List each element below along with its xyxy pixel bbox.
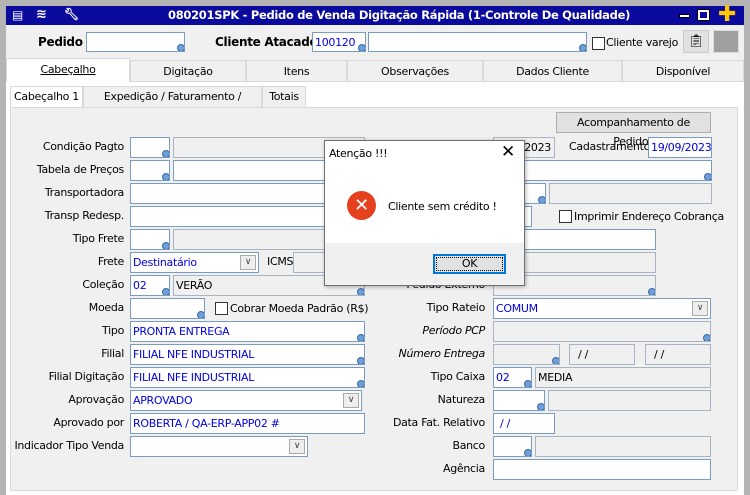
numero-entrega-input — [493, 344, 560, 365]
icms-label: ICMS — [267, 255, 294, 268]
subtab-totais[interactable]: Totais — [262, 86, 306, 108]
colecao-label: Coleção — [82, 278, 124, 291]
tab-label: Cabeçalho — [40, 63, 96, 76]
aprovado-por-input[interactable]: ROBERTA / QA-ERP-APP02 # — [130, 413, 365, 434]
tipo-frete-code[interactable] — [130, 229, 170, 250]
numero-entrega-label: Número Entrega — [398, 347, 486, 360]
minimize-button[interactable] — [679, 14, 690, 18]
tipo-frete-label: Tipo Frete — [72, 232, 125, 245]
imprimir-endereco-checkbox[interactable] — [559, 210, 572, 223]
moeda-input[interactable] — [130, 298, 205, 319]
tab-cabecalho[interactable]: Cabeçalho — [6, 58, 130, 83]
cliente-atacado-label: Cliente Atacado — [215, 35, 318, 49]
natureza-desc — [548, 390, 711, 411]
tipo-input[interactable]: PRONTA ENTREGA — [130, 321, 365, 342]
transportadora-label: Transportadora — [44, 186, 124, 199]
filial-label: Filial — [101, 347, 124, 360]
filial-digitacao-input[interactable]: FILIAL NFE INDUSTRIAL — [130, 367, 365, 388]
periodo-pcp-input — [493, 321, 711, 342]
frete-label: Frete — [97, 255, 124, 268]
filial-digitacao-label: Filial Digitação — [48, 370, 125, 383]
aprovacao-label: Aprovação — [68, 393, 124, 406]
cliente-code-input[interactable]: 100120 — [312, 32, 366, 52]
acompanhamento-button[interactable]: Acompanhamento de Pedidos — [556, 112, 711, 148]
agencia-input[interactable] — [493, 459, 711, 480]
indicador-tipo-venda-label: Indicador Tipo Venda — [14, 439, 124, 452]
agencia-label: Agência — [443, 462, 485, 475]
imprimir-endereco-label: Imprimir Endereço Cobrança — [574, 210, 724, 223]
aprovacao-select[interactable]: APROVADO ∨ — [130, 390, 362, 411]
traffic-light-icon[interactable]: ≋ — [36, 7, 47, 22]
subtab-expedicao[interactable]: Expedição / Faturamento / Vendas — [83, 86, 262, 123]
tipo-caixa-name: MEDIA — [535, 367, 711, 388]
tipo-caixa-code[interactable]: 02 — [493, 367, 532, 388]
title-bar: ▤ ≋ 🔧︎ 080201SPK - Pedido de Venda Digit… — [6, 2, 744, 27]
window-title: 080201SPK - Pedido de Venda Digitação Rá… — [168, 8, 631, 22]
tab-disponivel[interactable]: Disponível — [622, 60, 744, 82]
tipo-label: Tipo — [102, 324, 124, 337]
cliente-name-input[interactable] — [368, 32, 587, 52]
chevron-down-icon[interactable]: ∨ — [343, 393, 359, 408]
cadastramento-label: Cadastramento — [569, 140, 651, 153]
dialog-title: Atenção !!! — [329, 147, 388, 160]
chevron-down-icon[interactable]: ∨ — [240, 255, 256, 270]
subtab-cabecalho-1[interactable]: Cabeçalho 1 — [10, 86, 83, 108]
tabela-precos-label: Tabela de Preços — [36, 163, 124, 176]
pedido-input[interactable] — [86, 32, 185, 52]
chevron-down-icon[interactable]: ∨ — [692, 301, 708, 316]
tab-digitacao[interactable]: Digitação — [130, 60, 246, 82]
tab-itens[interactable]: Itens — [246, 60, 347, 82]
pedido-label: Pedido — [38, 35, 83, 49]
alert-dialog: Atenção !!! ✕ ✕ Cliente sem crédito ! OK — [324, 140, 525, 286]
entrega-date-1: / / — [569, 344, 635, 365]
frete-value: Destinatário — [133, 256, 197, 269]
close-icon[interactable]: ✕ — [501, 142, 515, 162]
maximize-button[interactable] — [697, 9, 710, 21]
aprovacao-value: APROVADO — [133, 394, 193, 407]
tab-dados-cliente[interactable]: Dados Cliente — [483, 60, 622, 82]
condicao-pagto-code[interactable] — [130, 137, 170, 158]
cliente-varejo-checkbox[interactable] — [592, 37, 605, 50]
natureza-code[interactable] — [493, 390, 545, 411]
menu-icon[interactable]: ▤ — [12, 8, 23, 22]
colecao-code[interactable]: 02 — [130, 275, 170, 296]
tipo-rateio-label: Tipo Rateio — [426, 301, 486, 314]
dialog-message: Cliente sem crédito ! — [388, 200, 497, 213]
banco-desc — [535, 436, 711, 457]
entrega-date-2: / / — [645, 344, 711, 365]
cadastramento-input[interactable]: 19/09/2023 — [648, 137, 712, 158]
cobrar-moeda-checkbox[interactable] — [215, 302, 228, 315]
aprovado-por-label: Aprovado por — [53, 416, 124, 429]
cliente-varejo-label: Cliente varejo — [606, 36, 678, 49]
chevron-down-icon[interactable]: ∨ — [289, 439, 305, 454]
ok-button[interactable]: OK — [433, 254, 506, 274]
banco-label: Banco — [452, 439, 485, 452]
error-icon: ✕ — [347, 191, 376, 220]
tipo-rateio-value: COMUM — [496, 302, 538, 315]
transportadora-desc — [549, 183, 712, 204]
natureza-label: Natureza — [437, 393, 486, 406]
color-indicator — [713, 30, 739, 53]
filial-input[interactable]: FILIAL NFE INDUSTRIAL — [130, 344, 365, 365]
cobrar-moeda-label: Cobrar Moeda Padrão (R$) — [230, 302, 369, 315]
data-fat-relativo-label: Data Fat. Relativo — [392, 416, 485, 429]
frete-select[interactable]: Destinatário ∨ — [130, 252, 259, 273]
banco-code[interactable] — [493, 436, 532, 457]
close-plus-button[interactable]: ✚ — [718, 2, 736, 27]
data-fat-relativo-input[interactable]: / / — [493, 413, 555, 434]
tipo-rateio-select[interactable]: COMUM ∨ — [493, 298, 711, 319]
moeda-label: Moeda — [88, 301, 125, 314]
condicao-pagto-label: Condição Pagto — [42, 140, 124, 153]
transp-redesp-label: Transp Redesp. — [44, 209, 125, 222]
indicador-tipo-venda-select[interactable]: ∨ — [130, 436, 308, 457]
periodo-pcp-label: Período PCP — [422, 324, 485, 337]
tab-observacoes[interactable]: Observações — [347, 60, 483, 82]
wrench-icon[interactable]: 🔧︎ — [64, 7, 79, 21]
clipboard-button[interactable]: 📋︎ — [683, 30, 709, 53]
clipboard-icon: 📋︎ — [687, 34, 705, 49]
tabela-precos-code[interactable] — [130, 160, 170, 181]
tipo-caixa-label: Tipo Caixa — [430, 370, 486, 383]
